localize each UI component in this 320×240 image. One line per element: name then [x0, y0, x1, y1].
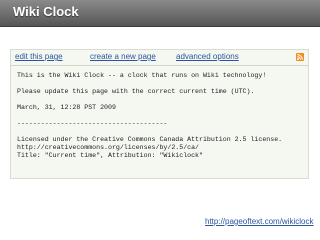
footer-url-link[interactable]: http://pageoftext.com/wikiclock	[205, 217, 314, 226]
create-page-link[interactable]: create a new page	[90, 52, 156, 61]
license-text: Licensed under the Creative Commons Cana…	[17, 136, 283, 143]
license-url-text: http://creativecommons.org/licenses/by/2…	[17, 144, 200, 151]
wiki-panel: edit this page create a new page advance…	[10, 49, 309, 179]
wiki-nav-bar: edit this page create a new page advance…	[11, 50, 308, 66]
current-time-text: March, 31, 12:28 PST 2009	[17, 104, 116, 111]
separator-line: --------------------------------------	[17, 120, 168, 127]
page-title: Wiki Clock	[13, 4, 79, 19]
page-text: This is the Wiki Clock -- a clock that r…	[17, 72, 304, 160]
advanced-options-link[interactable]: advanced options	[176, 52, 239, 61]
edit-page-link[interactable]: edit this page	[15, 52, 63, 61]
rss-feed-icon[interactable]	[296, 53, 304, 61]
attribution-text: Title: "Current time", Attribution: "Wik…	[17, 152, 203, 159]
title-bar: Wiki Clock	[0, 0, 320, 27]
instruction-text: Please update this page with the correct…	[17, 88, 255, 95]
intro-text: This is the Wiki Clock -- a clock that r…	[17, 72, 267, 79]
